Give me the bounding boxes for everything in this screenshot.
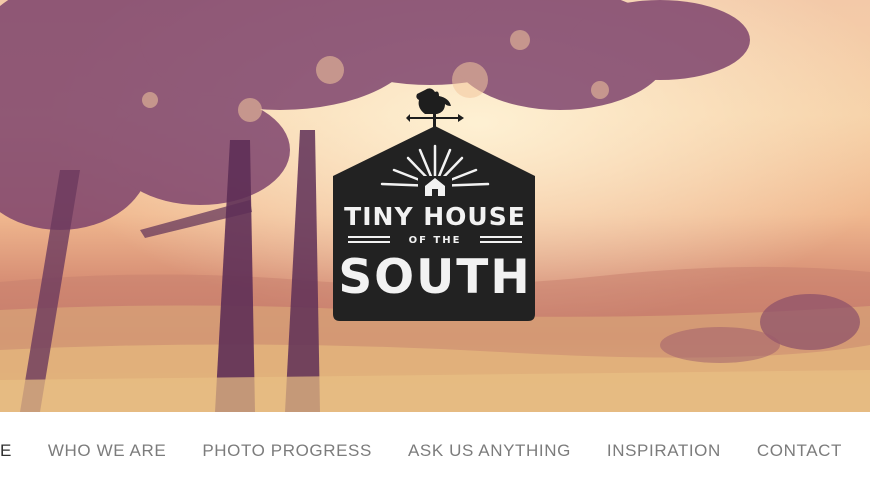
logo-title-text: TINY HOUSE	[344, 202, 526, 231]
site-logo[interactable]: TINY HOUSE OF THE SOUTH	[330, 86, 540, 326]
nav-item-ask-us-anything[interactable]: ASK US ANYTHING	[390, 441, 589, 461]
nav-item-who-we-are[interactable]: WHO WE ARE	[30, 441, 184, 461]
logo-subtitle-text: OF THE	[408, 235, 462, 246]
nav-item-contact[interactable]: CONTACT	[739, 441, 860, 461]
rooster-icon	[406, 88, 464, 129]
logo-south-text: SOUTH	[338, 250, 532, 305]
hero-banner: TINY HOUSE OF THE SOUTH	[0, 0, 870, 412]
tiny-house-icon	[418, 176, 452, 196]
nav-item-inspiration[interactable]: INSPIRATION	[589, 441, 739, 461]
nav-item-home[interactable]: HOME	[0, 441, 30, 461]
nav-item-photo-progress[interactable]: PHOTO PROGRESS	[184, 441, 390, 461]
main-navigation: HOME WHO WE ARE PHOTO PROGRESS ASK US AN…	[0, 412, 870, 489]
